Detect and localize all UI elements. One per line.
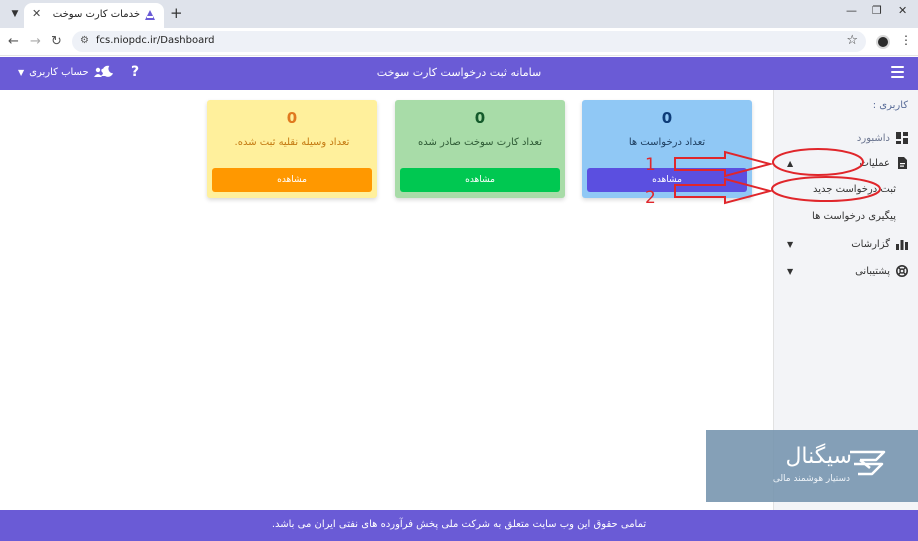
view-issued-cards-button[interactable]: مشاهده xyxy=(400,168,560,192)
account-label: حساب کاربری xyxy=(29,67,89,78)
forward-icon[interactable]: → xyxy=(30,34,41,49)
caret-up-icon: ▲ xyxy=(787,158,794,168)
profile-avatar-icon[interactable] xyxy=(876,35,890,49)
browser-menu-icon[interactable]: ⋮ xyxy=(900,33,912,47)
view-vehicles-button[interactable]: مشاهده xyxy=(212,168,372,192)
bar-chart-icon xyxy=(896,240,908,250)
caret-down-icon: ▼ xyxy=(787,266,794,276)
site-info-icon[interactable]: ⚙ xyxy=(80,35,89,46)
sidebar-item-label: عملیات xyxy=(859,157,890,169)
window-close-icon[interactable]: ✕ xyxy=(898,4,907,17)
watermark-tagline: دستیار هوشمند مالی xyxy=(772,474,850,484)
sidebar-item-label: ثبت درخواست جدید xyxy=(812,183,896,195)
support-icon xyxy=(896,265,908,277)
card-issued-cards: 0 تعداد کارت سوخت صادر شده مشاهده xyxy=(395,100,565,198)
sidebar-item-dashboard[interactable]: داشبورد xyxy=(773,127,918,149)
browser-tab[interactable]: خدمات کارت سوخت ✕ xyxy=(24,3,164,28)
sidebar-item-operations[interactable]: عملیات ▲ xyxy=(773,152,918,174)
chevron-down-icon: ▼ xyxy=(18,68,25,77)
watermark-logo: سیگنال دستیار هوشمند مالی xyxy=(706,430,918,502)
copyright-text: تمامی حقوق این وب سایت متعلق به شرکت ملی… xyxy=(271,519,647,530)
browser-toolbar: ← → ↻ ⚙ fcs.niopdc.ir/Dashboard ☆ ⋮ xyxy=(0,28,918,56)
sidebar-item-track-requests[interactable]: پیگیری درخواست ها xyxy=(773,205,918,227)
sidebar-item-label: داشبورد xyxy=(856,132,890,144)
sidebar-heading: کاربری : xyxy=(872,100,908,111)
account-menu[interactable]: ▼ حساب کاربری xyxy=(18,67,106,78)
maximize-icon[interactable]: ❐ xyxy=(872,4,882,17)
watermark-name: سیگنال xyxy=(785,444,852,469)
minimize-icon[interactable]: — xyxy=(846,4,857,17)
url-text[interactable]: fcs.niopdc.ir/Dashboard xyxy=(96,35,215,46)
card-value: 0 xyxy=(474,109,486,127)
help-icon[interactable]: ? xyxy=(131,64,139,80)
view-requests-button[interactable]: مشاهده xyxy=(587,168,747,192)
site-favicon-icon xyxy=(145,10,155,20)
footer: تمامی حقوق این وب سایت متعلق به شرکت ملی… xyxy=(0,510,918,541)
users-icon xyxy=(93,67,106,77)
caret-down-icon: ▼ xyxy=(787,239,794,249)
card-vehicles: 0 تعداد وسیله نقلیه ثبت شده. مشاهده xyxy=(207,100,377,198)
tab-title: خدمات کارت سوخت xyxy=(52,9,140,20)
card-value: 0 xyxy=(661,109,673,127)
card-label: تعداد وسیله نقلیه ثبت شده. xyxy=(234,137,350,148)
signal-logo-icon xyxy=(850,450,886,476)
card-value: 0 xyxy=(286,109,298,127)
reload-icon[interactable]: ↻ xyxy=(51,34,62,49)
sidebar-item-label: پیگیری درخواست ها xyxy=(812,210,896,222)
sidebar-item-label: گزارشات xyxy=(851,238,890,250)
browser-tab-bar: ▼ خدمات کارت سوخت ✕ + — ❐ ✕ xyxy=(0,0,918,28)
new-tab-icon[interactable]: + xyxy=(170,4,183,22)
sidebar-item-support[interactable]: پشتیبانی ▼ xyxy=(773,260,918,282)
card-requests: 0 تعداد درخواست ها مشاهده xyxy=(582,100,752,198)
tab-list-chevron-icon[interactable]: ▼ xyxy=(6,5,24,23)
document-icon xyxy=(898,157,907,169)
card-label: تعداد کارت سوخت صادر شده xyxy=(417,137,543,148)
sidebar-item-new-request[interactable]: ثبت درخواست جدید xyxy=(773,178,918,200)
app-header: سامانه ثبت درخواست کارت سوخت ? ▼ حساب کا… xyxy=(0,57,918,90)
tab-close-icon[interactable]: ✕ xyxy=(32,7,41,20)
back-icon[interactable]: ← xyxy=(8,34,19,49)
dashboard-icon xyxy=(896,132,908,144)
card-label: تعداد درخواست ها xyxy=(628,137,706,148)
address-bar[interactable]: ⚙ fcs.niopdc.ir/Dashboard ☆ xyxy=(72,31,866,52)
sidebar-item-reports[interactable]: گزارشات ▼ xyxy=(773,233,918,255)
bookmark-star-icon[interactable]: ☆ xyxy=(846,33,858,48)
sidebar-item-label: پشتیبانی xyxy=(855,265,890,277)
